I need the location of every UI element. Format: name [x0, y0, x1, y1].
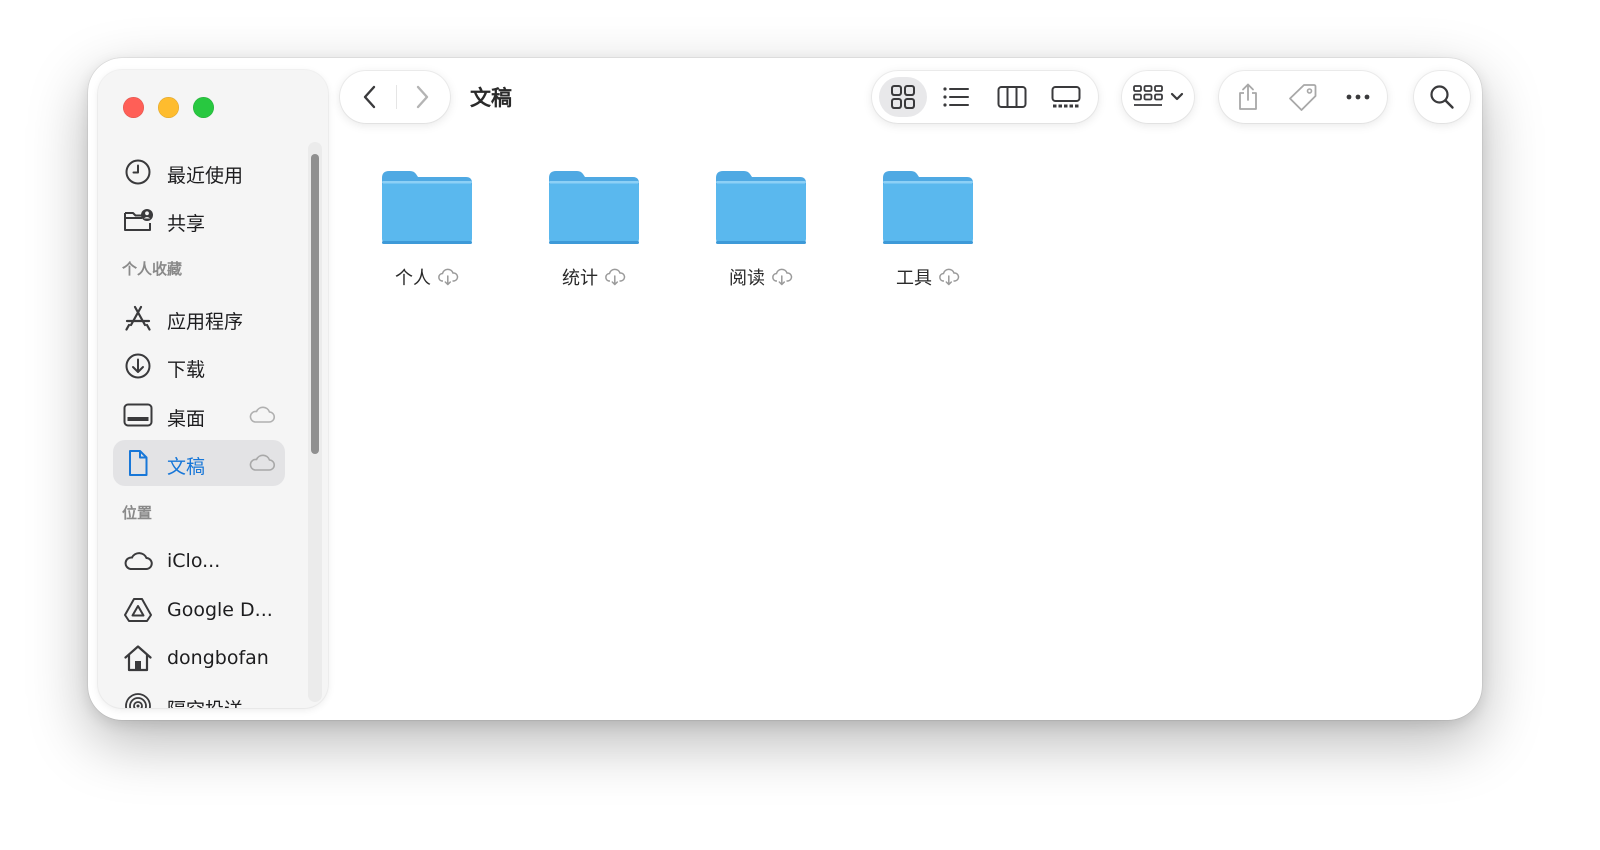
clock-icon: [123, 158, 153, 186]
search-icon-wrap: [1414, 71, 1470, 123]
sidebar-item-downloads[interactable]: 下载: [113, 343, 285, 389]
folder-item[interactable]: 阅读: [701, 168, 821, 298]
column-view-icon: [997, 86, 1027, 108]
finder-window: 最近使用 共享 个人收藏 应用程序 下载 桌面 文稿 位置 iClo... Go…: [88, 58, 1482, 720]
icloud-status-icon: [248, 406, 276, 424]
actions-group: [1219, 71, 1387, 123]
sidebar-item-label: Google D...: [167, 599, 273, 621]
folder-icon: [382, 171, 472, 244]
sidebar-item-label: 下载: [167, 359, 206, 381]
folder-icon: [716, 171, 806, 244]
sidebar-item-documents[interactable]: 文稿: [113, 440, 285, 486]
folder-item[interactable]: 个人: [367, 168, 487, 298]
sidebar-item-home[interactable]: dongbofan: [113, 635, 285, 681]
chevron-right-icon: [416, 85, 429, 109]
folder-item[interactable]: 工具: [868, 168, 988, 298]
icon-view-button[interactable]: [879, 77, 927, 117]
more-icon: [1346, 94, 1370, 100]
folder-label-row: 个人: [367, 264, 487, 290]
tag-icon: [1289, 84, 1317, 111]
folder-label-row: 统计: [534, 264, 654, 290]
icloud-icon: [123, 547, 153, 575]
folder-label: 个人: [395, 268, 431, 289]
folder-label: 阅读: [729, 268, 765, 289]
sidebar-item-label: 最近使用: [167, 165, 244, 187]
gallery-view-button[interactable]: [1042, 71, 1090, 123]
share-button[interactable]: [1223, 71, 1273, 123]
sidebar-item-label: 应用程序: [167, 311, 244, 333]
sidebar-item-label: 隔空投送: [167, 695, 243, 708]
sidebar-item-desktop[interactable]: 桌面: [113, 392, 285, 438]
sidebar-item-recents[interactable]: 最近使用: [113, 149, 285, 195]
folder-label-row: 工具: [868, 264, 988, 290]
cloud-download-icon: [605, 268, 626, 286]
icloud-status-icon: [248, 454, 276, 472]
sidebar-item-label: dongbofan: [167, 647, 269, 669]
sidebar-item-shared[interactable]: 共享: [113, 197, 285, 243]
home-icon: [123, 644, 153, 672]
minimize-button[interactable]: [158, 97, 179, 118]
download-icon: [123, 352, 153, 380]
gallery-view-icon: [1051, 86, 1081, 108]
section-header-locations: 位置: [122, 504, 153, 522]
google-drive-icon: [123, 596, 153, 624]
document-icon: [123, 449, 153, 477]
sidebar-item-label: iClo...: [167, 550, 221, 572]
cloud-download-icon: [438, 268, 459, 286]
folder-label: 统计: [562, 268, 598, 289]
list-view-button[interactable]: [932, 71, 980, 123]
cloud-download-icon: [772, 268, 793, 286]
folder-label: 工具: [896, 268, 932, 289]
share-icon: [1239, 83, 1257, 110]
sidebar-item-label: 桌面: [167, 408, 206, 430]
list-view-icon: [943, 87, 969, 107]
sidebar-scrollbar[interactable]: [308, 142, 322, 702]
back-button[interactable]: [346, 71, 394, 123]
separator: [396, 85, 397, 109]
maximize-button[interactable]: [193, 97, 214, 118]
sidebar-item-airdrop[interactable]: 隔空投送: [113, 683, 285, 708]
forward-button[interactable]: [398, 71, 446, 123]
group-by-icon-wrap: [1130, 71, 1166, 123]
sidebar: 最近使用 共享 个人收藏 应用程序 下载 桌面 文稿 位置 iClo... Go…: [98, 70, 328, 708]
sidebar-item-google-drive[interactable]: Google D...: [113, 587, 285, 633]
folder-label-row: 阅读: [701, 264, 821, 290]
tag-button[interactable]: [1278, 71, 1328, 123]
group-by-icon: [1133, 85, 1163, 106]
search-icon: [1430, 85, 1454, 109]
section-header-favorites: 个人收藏: [122, 260, 183, 278]
airdrop-icon: [123, 692, 153, 708]
sidebar-item-icloud[interactable]: iClo...: [113, 538, 285, 584]
sidebar-item-label: 共享: [167, 213, 206, 235]
folder-icon: [549, 171, 639, 244]
view-mode-group: [872, 71, 1098, 123]
icon-view-icon: [891, 85, 915, 109]
folder-icon: [883, 171, 973, 244]
navigation-group: [340, 71, 450, 123]
folder-item[interactable]: 统计: [534, 168, 654, 298]
chevron-left-icon: [363, 85, 376, 109]
search-button[interactable]: [1414, 71, 1470, 123]
window-title: 文稿: [470, 86, 512, 110]
app-store-icon: [123, 304, 153, 332]
sidebar-item-applications[interactable]: 应用程序: [113, 295, 285, 341]
chevron-down-icon: [1168, 71, 1186, 123]
column-view-button[interactable]: [988, 71, 1036, 123]
shared-folder-icon: [123, 206, 153, 234]
close-button[interactable]: [123, 97, 144, 118]
sidebar-scroll-thumb[interactable]: [311, 154, 319, 454]
desktop-icon: [123, 401, 153, 429]
more-button[interactable]: [1333, 71, 1383, 123]
sidebar-item-label: 文稿: [167, 456, 206, 478]
cloud-download-icon: [939, 268, 960, 286]
group-by-button[interactable]: [1122, 71, 1194, 123]
